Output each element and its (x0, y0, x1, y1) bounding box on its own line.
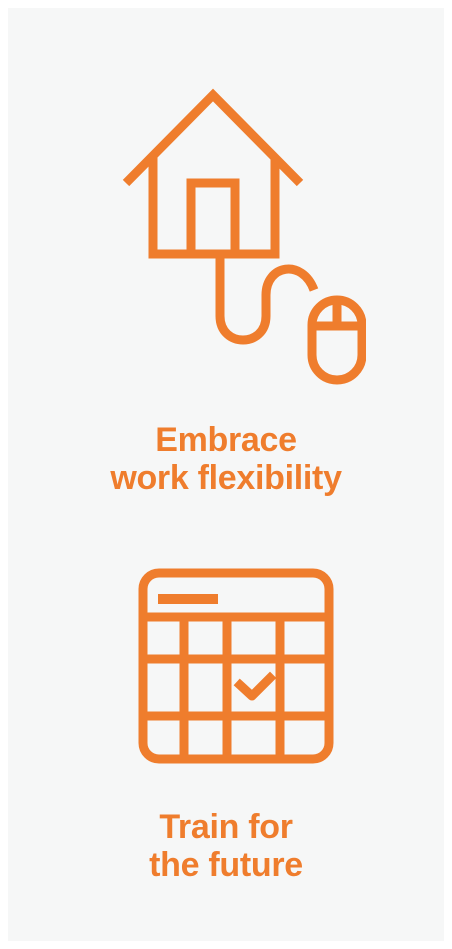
feature-title-line: Train for (159, 808, 293, 846)
feature-title-line: Embrace (155, 421, 297, 459)
feature-title-line: the future (149, 846, 303, 884)
calendar-check-icon (138, 568, 334, 764)
house-with-mouse-icon (122, 88, 366, 385)
feature-title-line: work flexibility (110, 459, 342, 497)
feature-title-train-future: Train for the future (8, 808, 444, 884)
feature-card: Embrace work flexibility Train for the f… (8, 8, 444, 941)
feature-title-work-flexibility: Embrace work flexibility (8, 421, 444, 497)
